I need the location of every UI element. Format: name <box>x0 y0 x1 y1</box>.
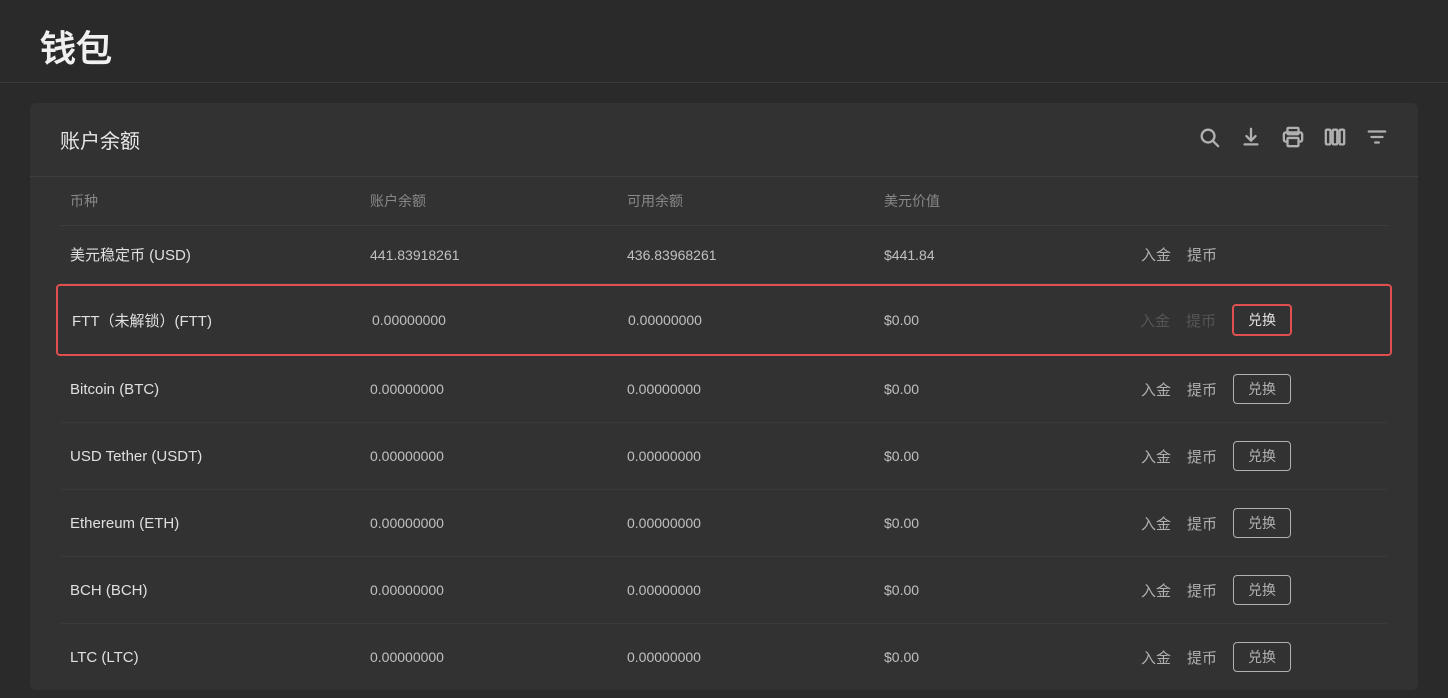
withdraw-button: 提币 <box>1186 310 1216 331</box>
row-actions: 入金提币兑换 <box>1131 575 1388 605</box>
account-balance: 0.00000000 <box>362 312 618 328</box>
table-header: 币种 账户余额 可用余额 美元价值 <box>60 177 1388 226</box>
deposit-button[interactable]: 入金 <box>1141 446 1171 467</box>
usd-value: $0.00 <box>874 448 1131 464</box>
section-header: 账户余额 <box>30 103 1418 177</box>
available-balance: 0.00000000 <box>617 381 874 397</box>
row-actions: 入金提币兑换 <box>1131 374 1388 404</box>
withdraw-button[interactable]: 提币 <box>1187 513 1217 534</box>
account-balance: 0.00000000 <box>360 381 617 397</box>
columns-icon[interactable] <box>1324 126 1346 154</box>
balance-table: 币种 账户余额 可用余额 美元价值 美元稳定币 (USD)441.8391826… <box>30 177 1418 690</box>
currency-name: BCH (BCH) <box>60 582 360 599</box>
deposit-button[interactable]: 入金 <box>1141 513 1171 534</box>
withdraw-button[interactable]: 提币 <box>1187 580 1217 601</box>
toolbar-icons <box>1198 126 1388 154</box>
available-balance: 0.00000000 <box>617 448 874 464</box>
page-header: 钱包 <box>0 0 1448 83</box>
usd-value: $0.00 <box>874 515 1131 531</box>
deposit-button[interactable]: 入金 <box>1141 580 1171 601</box>
col-header-account-balance: 账户余额 <box>360 191 617 211</box>
convert-button[interactable]: 兑换 <box>1233 441 1291 471</box>
currency-name: USD Tether (USDT) <box>60 448 360 465</box>
currency-name: Ethereum (ETH) <box>60 515 360 532</box>
deposit-button[interactable]: 入金 <box>1141 244 1171 265</box>
row-actions: 入金提币兑换 <box>1131 508 1388 538</box>
col-header-available-balance: 可用余额 <box>617 191 874 211</box>
main-content: 账户余额 <box>30 103 1418 690</box>
withdraw-button[interactable]: 提币 <box>1187 647 1217 668</box>
row-actions: 入金提币兑换 <box>1130 304 1386 336</box>
deposit-button: 入金 <box>1140 310 1170 331</box>
account-balance: 0.00000000 <box>360 515 617 531</box>
table-body: 美元稳定币 (USD)441.83918261436.83968261$441.… <box>60 226 1388 690</box>
account-balance: 441.83918261 <box>360 247 617 263</box>
account-balance: 0.00000000 <box>360 582 617 598</box>
withdraw-button[interactable]: 提币 <box>1187 244 1217 265</box>
convert-button[interactable]: 兑换 <box>1233 575 1291 605</box>
table-row: BCH (BCH)0.000000000.00000000$0.00入金提币兑换 <box>60 557 1388 624</box>
available-balance: 436.83968261 <box>617 247 874 263</box>
download-icon[interactable] <box>1240 126 1262 154</box>
deposit-button[interactable]: 入金 <box>1141 379 1171 400</box>
table-row: LTC (LTC)0.000000000.00000000$0.00入金提币兑换 <box>60 624 1388 690</box>
page-title: 钱包 <box>40 20 1408 72</box>
col-header-actions <box>1131 191 1388 211</box>
table-row: Bitcoin (BTC)0.000000000.00000000$0.00入金… <box>60 356 1388 423</box>
currency-name: 美元稳定币 (USD) <box>60 244 360 265</box>
currency-name: FTT（未解锁）(FTT) <box>62 310 362 331</box>
table-row: FTT（未解锁）(FTT)0.000000000.00000000$0.00入金… <box>56 284 1392 356</box>
row-actions: 入金提币兑换 <box>1131 642 1388 672</box>
col-header-currency: 币种 <box>60 191 360 211</box>
withdraw-button[interactable]: 提币 <box>1187 379 1217 400</box>
deposit-button[interactable]: 入金 <box>1141 647 1171 668</box>
convert-button[interactable]: 兑换 <box>1232 304 1292 336</box>
usd-value: $0.00 <box>874 312 1130 328</box>
withdraw-button[interactable]: 提币 <box>1187 446 1217 467</box>
col-header-usd-value: 美元价值 <box>874 191 1131 211</box>
available-balance: 0.00000000 <box>618 312 874 328</box>
account-balance: 0.00000000 <box>360 649 617 665</box>
table-row: Ethereum (ETH)0.000000000.00000000$0.00入… <box>60 490 1388 557</box>
section-title: 账户余额 <box>60 125 140 154</box>
available-balance: 0.00000000 <box>617 649 874 665</box>
usd-value: $441.84 <box>874 247 1131 263</box>
search-icon[interactable] <box>1198 126 1220 154</box>
convert-button[interactable]: 兑换 <box>1233 374 1291 404</box>
print-icon[interactable] <box>1282 126 1304 154</box>
convert-button[interactable]: 兑换 <box>1233 508 1291 538</box>
row-actions: 入金提币 <box>1131 244 1388 265</box>
table-row: USD Tether (USDT)0.000000000.00000000$0.… <box>60 423 1388 490</box>
currency-name: Bitcoin (BTC) <box>60 381 360 398</box>
account-balance: 0.00000000 <box>360 448 617 464</box>
available-balance: 0.00000000 <box>617 582 874 598</box>
convert-button[interactable]: 兑换 <box>1233 642 1291 672</box>
row-actions: 入金提币兑换 <box>1131 441 1388 471</box>
usd-value: $0.00 <box>874 649 1131 665</box>
filter-icon[interactable] <box>1366 126 1388 154</box>
currency-name: LTC (LTC) <box>60 649 360 666</box>
available-balance: 0.00000000 <box>617 515 874 531</box>
usd-value: $0.00 <box>874 381 1131 397</box>
table-row: 美元稳定币 (USD)441.83918261436.83968261$441.… <box>60 226 1388 284</box>
usd-value: $0.00 <box>874 582 1131 598</box>
